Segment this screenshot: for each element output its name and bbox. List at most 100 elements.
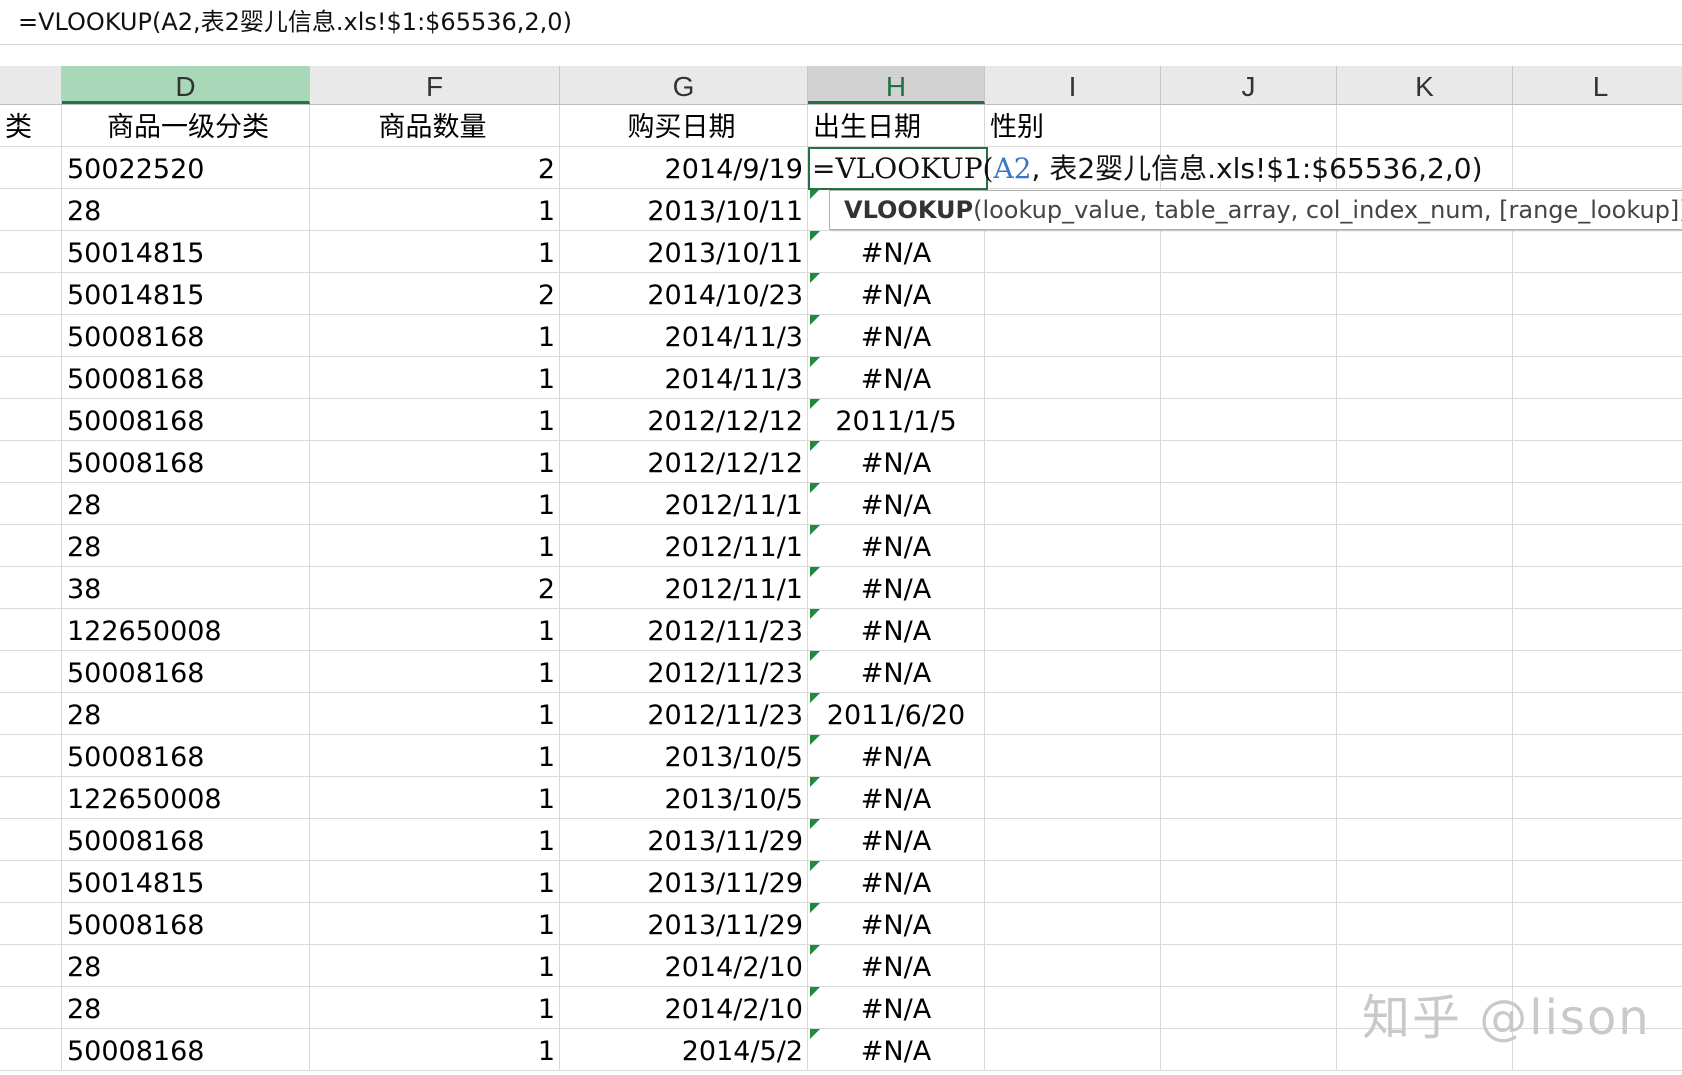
cell-l[interactable] [1513,777,1682,818]
cell-h[interactable]: #N/A [808,231,985,272]
cell-g[interactable]: 2012/11/1 [560,483,808,524]
cell-partial[interactable] [0,315,62,356]
cell-d[interactable]: 50008168 [62,735,310,776]
cell-l[interactable] [1513,315,1682,356]
cell-i[interactable] [985,483,1161,524]
cell-j[interactable] [1161,441,1337,482]
cell-partial[interactable] [0,1029,62,1070]
cell-i[interactable] [985,1029,1161,1070]
cell-i[interactable] [985,525,1161,566]
cell-g[interactable]: 2014/11/3 [560,357,808,398]
cell-j[interactable] [1161,231,1337,272]
cell-g[interactable]: 2013/10/11 [560,189,808,230]
cell-g[interactable]: 2014/9/19 [560,147,808,188]
cell-l[interactable] [1513,903,1682,944]
cell-i[interactable] [985,945,1161,986]
cell-k[interactable] [1337,525,1513,566]
cell-k[interactable] [1337,483,1513,524]
column-header-k[interactable]: K [1337,66,1513,104]
cell-i[interactable] [985,735,1161,776]
cell-i[interactable] [985,777,1161,818]
cell-h[interactable]: #N/A [808,987,985,1028]
cell-partial[interactable] [0,609,62,650]
cell-i[interactable] [985,441,1161,482]
cell-partial[interactable] [0,693,62,734]
cell-g[interactable]: 2013/11/29 [560,903,808,944]
cell-d[interactable]: 商品一级分类 [62,105,310,146]
cell-j[interactable] [1161,819,1337,860]
cell-j[interactable] [1161,567,1337,608]
cell-f[interactable]: 2 [310,567,560,608]
cell-partial[interactable] [0,819,62,860]
cell-g[interactable]: 2012/12/12 [560,399,808,440]
cell-j[interactable] [1161,861,1337,902]
cell-l[interactable] [1513,693,1682,734]
cell-i[interactable]: 性别 [985,105,1161,146]
cell-partial[interactable] [0,399,62,440]
cell-f[interactable]: 1 [310,231,560,272]
cell-g[interactable]: 购买日期 [560,105,808,146]
cell-i[interactable] [985,315,1161,356]
cell-h[interactable]: 2011/6/20 [808,693,985,734]
cell-f[interactable]: 1 [310,1029,560,1070]
cell-f[interactable]: 1 [310,609,560,650]
cell-l[interactable] [1513,399,1682,440]
cell-i[interactable] [985,357,1161,398]
cell-d[interactable]: 28 [62,483,310,524]
cell-d[interactable]: 28 [62,987,310,1028]
cell-l[interactable] [1513,609,1682,650]
cell-j[interactable] [1161,777,1337,818]
cell-j[interactable] [1161,105,1337,146]
cell-h[interactable]: 出生日期 [808,105,985,146]
column-header-partial[interactable] [0,66,62,104]
cell-partial[interactable] [0,903,62,944]
cell-h[interactable]: #N/A [808,777,985,818]
cell-k[interactable] [1337,357,1513,398]
cell-h[interactable]: 2011/1/5 [808,399,985,440]
cell-j[interactable] [1161,903,1337,944]
cell-i[interactable] [985,609,1161,650]
cell-f[interactable]: 1 [310,483,560,524]
cell-k[interactable] [1337,693,1513,734]
tooltip-function-name[interactable]: VLOOKUP [844,196,973,224]
cell-g[interactable]: 2014/2/10 [560,987,808,1028]
cell-l[interactable] [1513,441,1682,482]
cell-f[interactable]: 1 [310,693,560,734]
cell-k[interactable] [1337,651,1513,692]
cell-g[interactable]: 2012/11/23 [560,651,808,692]
cell-f[interactable]: 1 [310,777,560,818]
cell-l[interactable] [1513,567,1682,608]
cell-f[interactable]: 1 [310,189,560,230]
column-header-d[interactable]: D [62,66,310,104]
cell-g[interactable]: 2012/11/23 [560,693,808,734]
cell-partial[interactable] [0,357,62,398]
cell-g[interactable]: 2014/10/23 [560,273,808,314]
cell-h[interactable]: #N/A [808,1029,985,1070]
cell-partial[interactable] [0,945,62,986]
cell-d[interactable]: 50008168 [62,357,310,398]
cell-j[interactable] [1161,357,1337,398]
column-header-i[interactable]: I [985,66,1161,104]
cell-i[interactable] [985,231,1161,272]
cell-d[interactable]: 50008168 [62,315,310,356]
cell-k[interactable] [1337,399,1513,440]
cell-j[interactable] [1161,315,1337,356]
cell-h[interactable]: #N/A [808,483,985,524]
cell-k[interactable] [1337,441,1513,482]
cell-k[interactable] [1337,105,1513,146]
cell-f[interactable]: 1 [310,819,560,860]
cell-l[interactable] [1513,147,1682,188]
cell-j[interactable] [1161,945,1337,986]
cell-d[interactable]: 28 [62,189,310,230]
cell-d[interactable]: 50008168 [62,441,310,482]
cell-g[interactable]: 2012/12/12 [560,441,808,482]
cell-d[interactable]: 50014815 [62,861,310,902]
cell-g[interactable]: 2014/2/10 [560,945,808,986]
cell-g[interactable]: 2014/5/2 [560,1029,808,1070]
cell-partial[interactable] [0,231,62,272]
cell-f[interactable]: 1 [310,357,560,398]
cell-j[interactable] [1161,735,1337,776]
cell-partial[interactable] [0,441,62,482]
cell-d[interactable]: 50008168 [62,1029,310,1070]
cell-l[interactable] [1513,861,1682,902]
